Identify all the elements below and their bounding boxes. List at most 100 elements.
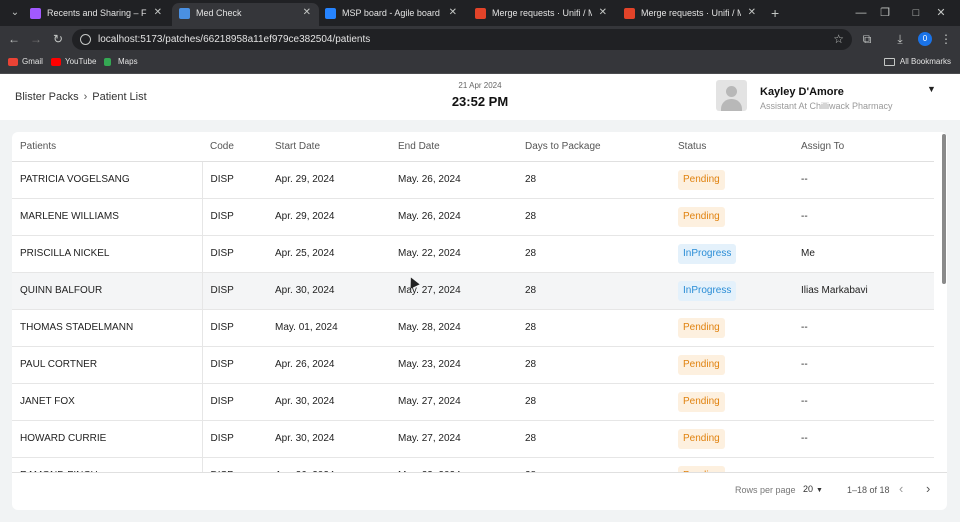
- user-menu-dropdown-icon[interactable]: ▼: [927, 84, 936, 94]
- profile-avatar[interactable]: 0: [918, 32, 932, 46]
- column-header-status[interactable]: Status: [670, 132, 793, 162]
- patient-code: DISP: [201, 272, 267, 310]
- tab-close-icon[interactable]: ✕: [599, 3, 607, 23]
- minimize-icon[interactable]: —: [852, 4, 870, 22]
- user-avatar[interactable]: [716, 80, 747, 111]
- close-window-icon[interactable]: ✕: [932, 4, 950, 22]
- days-to-package: 28: [517, 457, 670, 472]
- assignee[interactable]: --: [793, 420, 934, 458]
- table-header-row: Patients Code Start Date End Date Days t…: [12, 132, 934, 162]
- assignee[interactable]: --: [793, 383, 934, 421]
- assignee[interactable]: Ilias Markabavi: [793, 272, 934, 310]
- status-cell: Pending: [670, 383, 793, 421]
- browser-tab[interactable]: Med Check ✕: [172, 3, 319, 26]
- status-badge: Pending: [678, 391, 725, 412]
- extensions-icon[interactable]: ⧉: [858, 30, 876, 48]
- patient-code: DISP: [201, 420, 267, 458]
- assignee[interactable]: Me: [793, 235, 934, 273]
- days-to-package: 28: [517, 346, 670, 384]
- patient-code: DISP: [201, 383, 267, 421]
- all-bookmarks-button[interactable]: All Bookmarks: [883, 52, 951, 72]
- browser-menu-icon[interactable]: ⋮: [937, 30, 955, 48]
- column-header-end-date[interactable]: End Date: [390, 132, 517, 162]
- new-tab-icon[interactable]: +: [771, 3, 779, 23]
- column-header-assign-to[interactable]: Assign To: [793, 132, 934, 162]
- user-role: Assistant At Chilliwack Pharmacy: [760, 101, 893, 111]
- days-to-package: 28: [517, 272, 670, 310]
- site-info-icon[interactable]: [80, 34, 91, 45]
- download-icon[interactable]: ⤓: [891, 30, 909, 48]
- table-row[interactable]: JANET FOX DISP Apr. 30, 2024 May. 27, 2024 2…: [12, 383, 934, 421]
- forward-icon[interactable]: →: [27, 30, 45, 48]
- patient-code: DISP: [201, 235, 267, 273]
- patient-table: Patients Code Start Date End Date Days t…: [12, 132, 934, 472]
- patient-name: MARLENE WILLIAMS: [12, 198, 202, 236]
- tab-list-icon[interactable]: ❐: [876, 4, 894, 22]
- bookmark-star-icon[interactable]: ☆: [833, 29, 844, 50]
- patient-code: DISP: [201, 161, 267, 199]
- tab-close-icon[interactable]: ✕: [154, 3, 162, 23]
- patient-code: DISP: [201, 198, 267, 236]
- tab-search-icon[interactable]: ⌄: [6, 4, 24, 22]
- tab-title: Merge requests · Unifi / MedC: [492, 8, 592, 18]
- bookmark-maps[interactable]: Maps: [104, 52, 138, 72]
- table-row[interactable]: THOMAS STADELMANN DISP May. 01, 2024 May. 2…: [12, 309, 934, 347]
- table-row[interactable]: QUINN BALFOUR DISP Apr. 30, 2024 May. 27, 2…: [12, 272, 934, 310]
- tab-close-icon[interactable]: ✕: [303, 3, 311, 23]
- end-date: May. 26, 2024: [390, 161, 517, 199]
- assignee[interactable]: --: [793, 198, 934, 236]
- patient-name: HOWARD CURRIE: [12, 420, 202, 458]
- tab-close-icon[interactable]: ✕: [748, 3, 756, 23]
- status-badge: Pending: [678, 428, 725, 449]
- patient-code: DISP: [201, 457, 267, 472]
- status-badge: InProgress: [678, 280, 737, 301]
- tab-favicon-icon: [30, 8, 41, 19]
- end-date: May. 23, 2024: [390, 346, 517, 384]
- patient-code: DISP: [201, 346, 267, 384]
- table-row[interactable]: MARLENE WILLIAMS DISP Apr. 29, 2024 May. 26…: [12, 198, 934, 236]
- status-cell: Pending: [670, 420, 793, 458]
- bookmark-gmail[interactable]: Gmail: [8, 52, 43, 72]
- table-row[interactable]: PATRICIA VOGELSANG DISP Apr. 29, 2024 May. …: [12, 161, 934, 199]
- status-badge: Pending: [678, 206, 725, 227]
- patient-name: JANET FOX: [12, 383, 202, 421]
- maximize-icon[interactable]: □: [907, 4, 925, 22]
- column-header-code[interactable]: Code: [202, 132, 267, 162]
- assignee[interactable]: --: [793, 309, 934, 347]
- browser-tab[interactable]: Recents and Sharing – Figma ✕: [23, 3, 170, 26]
- browser-tab[interactable]: MSP board - Agile board - Jira ✕: [318, 3, 465, 26]
- reload-icon[interactable]: ↻: [49, 30, 67, 48]
- maps-icon: [104, 58, 111, 66]
- table-row[interactable]: PRISCILLA NICKEL DISP Apr. 25, 2024 May. 22…: [12, 235, 934, 273]
- start-date: Apr. 26, 2024: [267, 457, 390, 472]
- start-date: Apr. 25, 2024: [267, 235, 390, 273]
- table-scrollbar-thumb[interactable]: [942, 134, 946, 284]
- start-date: Apr. 30, 2024: [267, 420, 390, 458]
- column-header-patients[interactable]: Patients: [12, 132, 202, 162]
- tab-close-icon[interactable]: ✕: [449, 3, 457, 23]
- column-header-start-date[interactable]: Start Date: [267, 132, 390, 162]
- previous-page-icon[interactable]: ‹: [899, 481, 903, 496]
- next-page-icon[interactable]: ›: [926, 481, 930, 496]
- browser-tab[interactable]: Merge requests · Unifi / MedC ✕: [468, 3, 615, 26]
- patient-table-scroll[interactable]: Patients Code Start Date End Date Days t…: [12, 132, 934, 472]
- table-row[interactable]: PAUL CORTNER DISP Apr. 26, 2024 May. 23, 20…: [12, 346, 934, 384]
- table-row[interactable]: RAMOND FINCHDISPApr. 26, 2024May. 23, 20…: [12, 457, 934, 472]
- url-text[interactable]: localhost:5173/patches/66218958a11ef979c…: [98, 29, 370, 50]
- end-date: May. 27, 2024: [390, 420, 517, 458]
- rows-per-page-caret-icon: ▼: [816, 487, 823, 494]
- column-header-days-to-package[interactable]: Days to Package: [517, 132, 670, 162]
- assignee[interactable]: --: [793, 457, 934, 472]
- bookmark-youtube[interactable]: YouTube: [51, 52, 96, 72]
- tab-title: Recents and Sharing – Figma: [47, 8, 147, 18]
- rows-per-page-select[interactable]: 20 ▼: [803, 484, 823, 494]
- patient-name: PAUL CORTNER: [12, 346, 202, 384]
- assignee[interactable]: --: [793, 161, 934, 199]
- start-date: Apr. 30, 2024: [267, 272, 390, 310]
- back-icon[interactable]: ←: [5, 30, 23, 48]
- browser-tab[interactable]: Merge requests · Unifi / MedC ✕: [617, 3, 764, 26]
- assignee[interactable]: --: [793, 346, 934, 384]
- url-input[interactable]: localhost:5173/patches/66218958a11ef979c…: [72, 29, 852, 50]
- table-row[interactable]: HOWARD CURRIE DISP Apr. 30, 2024 May. 27, 2…: [12, 420, 934, 458]
- end-date: May. 28, 2024: [390, 309, 517, 347]
